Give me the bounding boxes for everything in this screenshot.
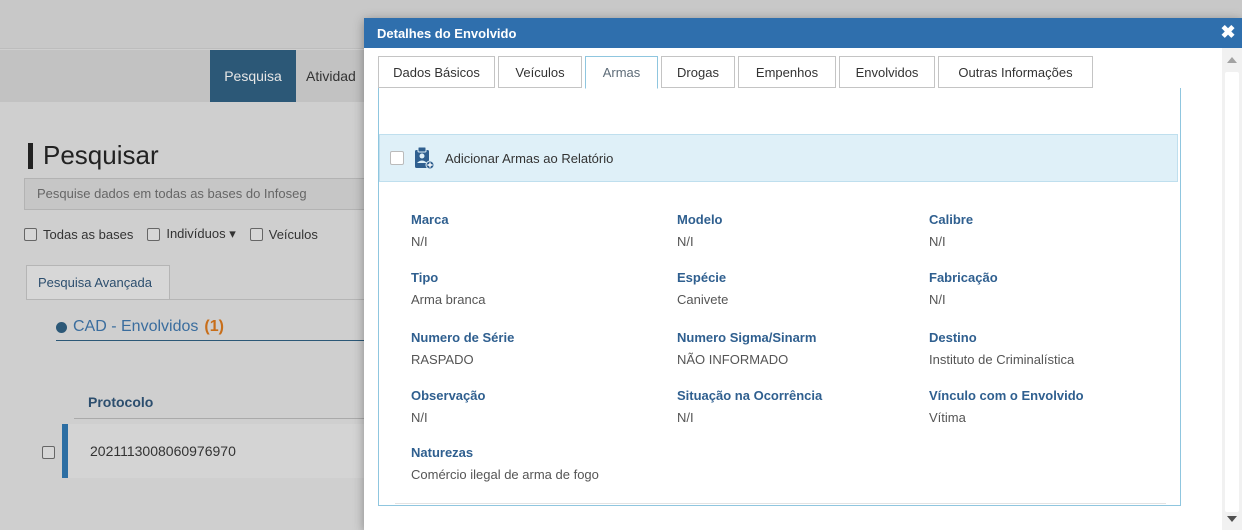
field-value: N/I (411, 410, 428, 425)
scroll-up-icon[interactable] (1227, 57, 1237, 63)
tab-bar: Dados Básicos Veículos Armas Drogas Empe… (378, 56, 1096, 89)
field-value: N/I (929, 234, 946, 249)
page-title: Pesquisar (28, 140, 159, 171)
checkbox[interactable] (24, 227, 37, 241)
nav-item-atividade[interactable]: Atividad (306, 50, 356, 102)
tab-armas[interactable]: Armas (585, 56, 658, 89)
checkbox[interactable] (147, 227, 161, 241)
tab-outras-informacoes[interactable]: Outras Informações (938, 56, 1093, 88)
field-value: Arma branca (411, 292, 486, 307)
add-to-report-label: Adicionar Armas ao Relatório (445, 150, 614, 166)
table-row[interactable]: 2021113008060976970 (62, 424, 372, 478)
field-value: NÃO INFORMADO (677, 352, 789, 367)
field-value: Comércio ilegal de arma de fogo (411, 467, 599, 482)
tab-envolvidos[interactable]: Envolvidos (839, 56, 935, 88)
field-value: Vítima (929, 410, 966, 425)
filter-todas-as-bases[interactable]: Todas as bases (24, 227, 133, 242)
field-situacao-na-ocorrencia: Situação na Ocorrência N/I (677, 388, 822, 425)
filter-individuos[interactable]: Indivíduos ▾ (147, 226, 236, 242)
page-title-text: Pesquisar (43, 140, 159, 170)
field-value: N/I (677, 410, 694, 425)
field-value: Canivete (677, 292, 729, 307)
tab-dados-basicos[interactable]: Dados Básicos (378, 56, 495, 88)
field-label: Observação (411, 388, 486, 403)
field-marca: Marca N/I (411, 212, 449, 249)
add-to-report-box[interactable]: Adicionar Armas ao Relatório (379, 134, 1178, 182)
field-label: Modelo (677, 212, 723, 227)
field-label: Fabricação (929, 270, 998, 285)
tab-empenhos[interactable]: Empenhos (738, 56, 836, 88)
scroll-down-icon[interactable] (1227, 516, 1237, 522)
field-destino: Destino Instituto de Criminalística (929, 330, 1074, 367)
add-to-report-checkbox[interactable] (390, 151, 404, 165)
tab-divider (26, 299, 376, 300)
column-divider (74, 418, 374, 419)
row-checkbox[interactable] (42, 446, 55, 459)
field-value: N/I (677, 234, 694, 249)
field-label: Naturezas (411, 445, 474, 460)
close-icon[interactable]: ✖ (1218, 22, 1238, 42)
field-label: Marca (411, 212, 449, 227)
nav-item-pesquisa[interactable]: Pesquisa (210, 50, 296, 102)
tab-veiculos[interactable]: Veículos (498, 56, 582, 88)
title-accent-bar (28, 142, 33, 169)
cad-divider (56, 340, 376, 341)
modal-title: Detalhes do Envolvido (377, 25, 517, 41)
field-label: Calibre (929, 212, 974, 227)
cad-count: (1) (204, 318, 224, 335)
field-label: Situação na Ocorrência (677, 388, 823, 403)
checkbox[interactable] (249, 227, 263, 241)
field-especie: Espécie Canivete (677, 270, 728, 307)
field-value: N/I (929, 292, 946, 307)
modal-body: Dados Básicos Veículos Armas Drogas Empe… (364, 48, 1222, 530)
field-value: RASPADO (411, 352, 474, 367)
collapse-icon[interactable] (56, 321, 67, 333)
details-modal: Detalhes do Envolvido ✖ Dados Básicos Ve… (364, 18, 1242, 530)
field-calibre: Calibre N/I (929, 212, 973, 249)
field-value: N/I (411, 234, 428, 249)
scroll-thumb[interactable] (1225, 72, 1239, 512)
field-label: Numero Sigma/Sinarm (677, 330, 817, 345)
filter-label: Veículos (268, 226, 318, 242)
field-label: Vínculo com o Envolvido (929, 388, 1084, 403)
filter-label: Todas as bases (43, 226, 134, 242)
filter-label: Indivíduos ▾ (166, 226, 236, 241)
field-numero-de-serie: Numero de Série RASPADO (411, 330, 514, 367)
field-tipo: Tipo Arma branca (411, 270, 485, 307)
section-divider (395, 503, 1166, 504)
filter-bar: Todas as bases Indivíduos ▾ Veículos (24, 226, 318, 242)
field-label: Espécie (677, 270, 727, 285)
field-observacao: Observação N/I (411, 388, 485, 425)
clipboard-add-icon (415, 146, 434, 170)
cad-label: CAD - Envolvidos (73, 318, 199, 335)
field-value: Instituto de Criminalística (929, 352, 1075, 367)
filter-veiculos[interactable]: Veículos (249, 226, 318, 242)
field-modelo: Modelo N/I (677, 212, 723, 249)
field-numero-sigma-sinarm: Numero Sigma/Sinarm NÃO INFORMADO (677, 330, 816, 367)
tab-drogas[interactable]: Drogas (661, 56, 735, 88)
tab-pesquisa-avancada[interactable]: Pesquisa Avançada (26, 265, 170, 299)
field-fabricacao: Fabricação N/I (929, 270, 998, 307)
field-naturezas: Naturezas Comércio ilegal de arma de fog… (411, 445, 599, 482)
field-label: Numero de Série (411, 330, 515, 345)
search-input[interactable]: Pesquise dados em todas as bases do Info… (24, 178, 384, 210)
modal-header: Detalhes do Envolvido (364, 18, 1242, 48)
field-label: Tipo (411, 270, 439, 285)
field-label: Destino (929, 330, 977, 345)
modal-scrollbar[interactable] (1222, 48, 1242, 530)
cad-envolvidos-header[interactable]: CAD - Envolvidos (1) (56, 318, 224, 336)
column-header-protocolo: Protocolo (88, 394, 154, 410)
row-protocolo: 2021113008060976970 (90, 443, 236, 459)
field-vinculo-com-o-envolvido: Vínculo com o Envolvido Vítima (929, 388, 1084, 425)
